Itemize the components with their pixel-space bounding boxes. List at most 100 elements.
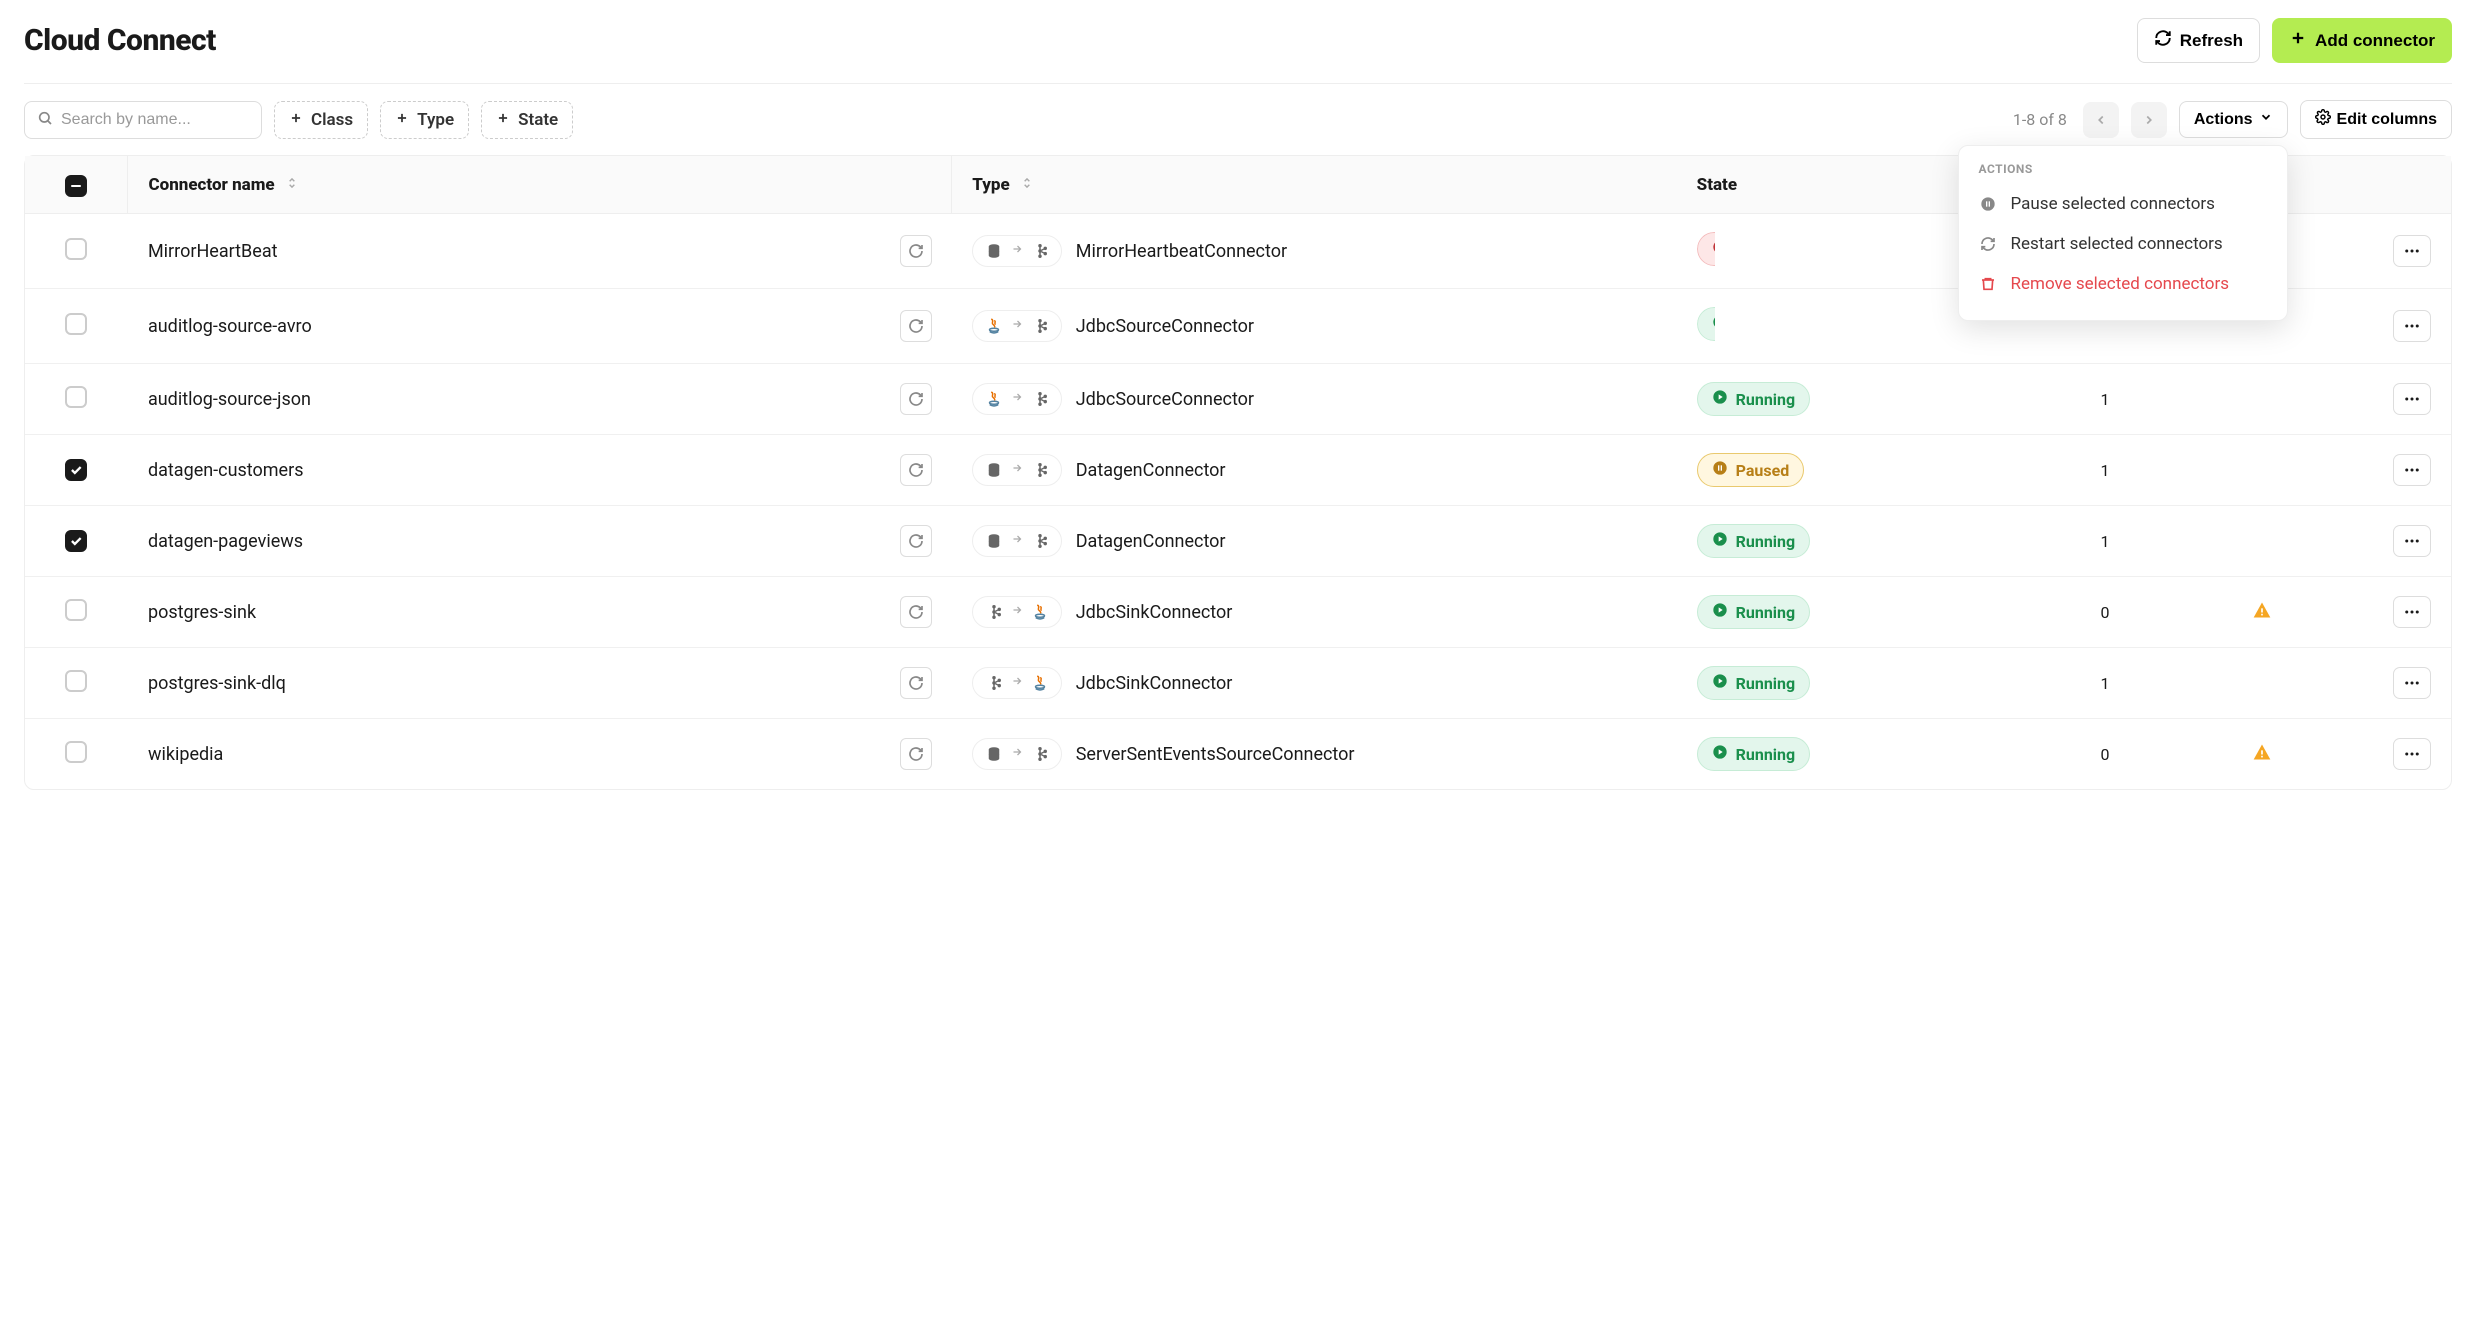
row-checkbox[interactable] — [65, 459, 87, 481]
row-checkbox[interactable] — [65, 313, 87, 335]
edit-columns-label: Edit columns — [2337, 111, 2437, 129]
connector-name[interactable]: postgres-sink — [148, 602, 256, 623]
connector-name[interactable]: datagen-customers — [148, 460, 304, 481]
refresh-button-label: Refresh — [2180, 31, 2243, 51]
state-icon — [1712, 531, 1728, 551]
arrow-right-icon — [1011, 604, 1023, 620]
refresh-button[interactable]: Refresh — [2137, 18, 2260, 63]
filter-type-chip[interactable]: Type — [380, 101, 469, 139]
row-more-button[interactable] — [2393, 383, 2431, 415]
connector-type-name: JdbcSourceConnector — [1076, 389, 1254, 410]
state-label: Running — [1736, 532, 1796, 551]
connector-name[interactable]: MirrorHeartBeat — [148, 241, 278, 262]
row-more-button[interactable] — [2393, 738, 2431, 770]
column-header-state[interactable]: State — [1677, 156, 2007, 214]
row-checkbox[interactable] — [65, 238, 87, 260]
state-icon — [1712, 460, 1728, 480]
select-all-checkbox[interactable] — [65, 175, 87, 197]
state-icon — [1712, 602, 1728, 622]
search-input[interactable] — [61, 111, 249, 129]
row-checkbox[interactable] — [65, 741, 87, 763]
action-pause-selected[interactable]: Pause selected connectors — [1959, 184, 2287, 224]
filter-state-chip[interactable]: State — [481, 101, 573, 139]
table-row: postgres-sink JdbcSinkConnector Running … — [25, 577, 2451, 648]
column-header-type[interactable]: Type — [952, 156, 1677, 214]
column-header-actions — [2319, 156, 2451, 214]
column-header-type-label: Type — [972, 175, 1009, 195]
row-more-button[interactable] — [2393, 454, 2431, 486]
connector-type-name: DatagenConnector — [1076, 531, 1226, 552]
plus-icon — [496, 110, 510, 130]
tasks-count: 0 — [2100, 603, 2109, 622]
arrow-right-icon — [1011, 675, 1023, 691]
state-icon — [1712, 673, 1728, 693]
row-more-button[interactable] — [2393, 235, 2431, 267]
row-checkbox[interactable] — [65, 599, 87, 621]
table-row: postgres-sink-dlq JdbcSinkConnector Runn… — [25, 648, 2451, 719]
state-label: Running — [1736, 390, 1796, 409]
kafka-icon — [1031, 390, 1049, 408]
restart-icon — [1979, 235, 1997, 253]
type-flow-badge — [972, 235, 1062, 267]
row-checkbox[interactable] — [65, 386, 87, 408]
row-refresh-button[interactable] — [900, 454, 932, 486]
actions-dropdown-menu: ACTIONS Pause selected connectors Restar… — [1958, 145, 2288, 321]
row-more-button[interactable] — [2393, 667, 2431, 699]
connector-name[interactable]: wikipedia — [148, 744, 223, 765]
row-checkbox[interactable] — [65, 670, 87, 692]
row-refresh-button[interactable] — [900, 310, 932, 342]
row-refresh-button[interactable] — [900, 525, 932, 557]
pagination-range: 1-8 of 8 — [2013, 110, 2067, 129]
connector-name[interactable]: auditlog-source-json — [148, 389, 311, 410]
action-remove-selected[interactable]: Remove selected connectors — [1959, 264, 2287, 304]
action-restart-selected[interactable]: Restart selected connectors — [1959, 224, 2287, 264]
db-icon — [985, 242, 1003, 260]
edit-columns-button[interactable]: Edit columns — [2300, 100, 2452, 139]
arrow-right-icon — [1011, 318, 1023, 334]
filter-class-chip[interactable]: Class — [274, 101, 368, 139]
add-connector-button[interactable]: Add connector — [2272, 18, 2452, 63]
column-header-name-label: Connector name — [148, 175, 274, 195]
state-icon — [1712, 744, 1728, 764]
pager-prev-button[interactable] — [2083, 102, 2119, 138]
actions-dropdown-button[interactable]: Actions — [2179, 101, 2288, 138]
type-flow-badge — [972, 667, 1062, 699]
arrow-right-icon — [1011, 462, 1023, 478]
connector-type-name: DatagenConnector — [1076, 460, 1226, 481]
search-input-wrap[interactable] — [24, 101, 262, 139]
connector-name[interactable]: postgres-sink-dlq — [148, 673, 286, 694]
kafka-icon — [985, 603, 1003, 621]
filter-type-label: Type — [417, 110, 454, 130]
kafka-icon — [1031, 532, 1049, 550]
tasks-count: 1 — [2100, 390, 2109, 409]
kafka-icon — [1031, 242, 1049, 260]
row-more-button[interactable] — [2393, 596, 2431, 628]
tasks-count: 1 — [2100, 461, 2109, 480]
connector-name[interactable]: auditlog-source-avro — [148, 316, 312, 337]
row-refresh-button[interactable] — [900, 667, 932, 699]
state-label: Paused — [1736, 461, 1790, 480]
row-refresh-button[interactable] — [900, 596, 932, 628]
state-badge: Failed — [1697, 232, 1715, 266]
state-badge: Running — [1697, 595, 1811, 629]
row-checkbox[interactable] — [65, 530, 87, 552]
state-icon — [1712, 314, 1715, 334]
java-icon — [985, 317, 1003, 335]
db-icon — [985, 745, 1003, 763]
row-refresh-button[interactable] — [900, 383, 932, 415]
connector-type-name: JdbcSinkConnector — [1076, 673, 1233, 694]
connector-type-name: JdbcSinkConnector — [1076, 602, 1233, 623]
kafka-icon — [1031, 317, 1049, 335]
row-more-button[interactable] — [2393, 310, 2431, 342]
row-more-button[interactable] — [2393, 525, 2431, 557]
table-row: auditlog-source-json JdbcSourceConnector… — [25, 364, 2451, 435]
state-badge: Running — [1697, 666, 1811, 700]
connector-name[interactable]: datagen-pageviews — [148, 531, 303, 552]
column-header-name[interactable]: Connector name — [128, 156, 952, 214]
pager-next-button[interactable] — [2131, 102, 2167, 138]
type-flow-badge — [972, 383, 1062, 415]
db-icon — [985, 532, 1003, 550]
state-label: Running — [1736, 603, 1796, 622]
row-refresh-button[interactable] — [900, 235, 932, 267]
row-refresh-button[interactable] — [900, 738, 932, 770]
